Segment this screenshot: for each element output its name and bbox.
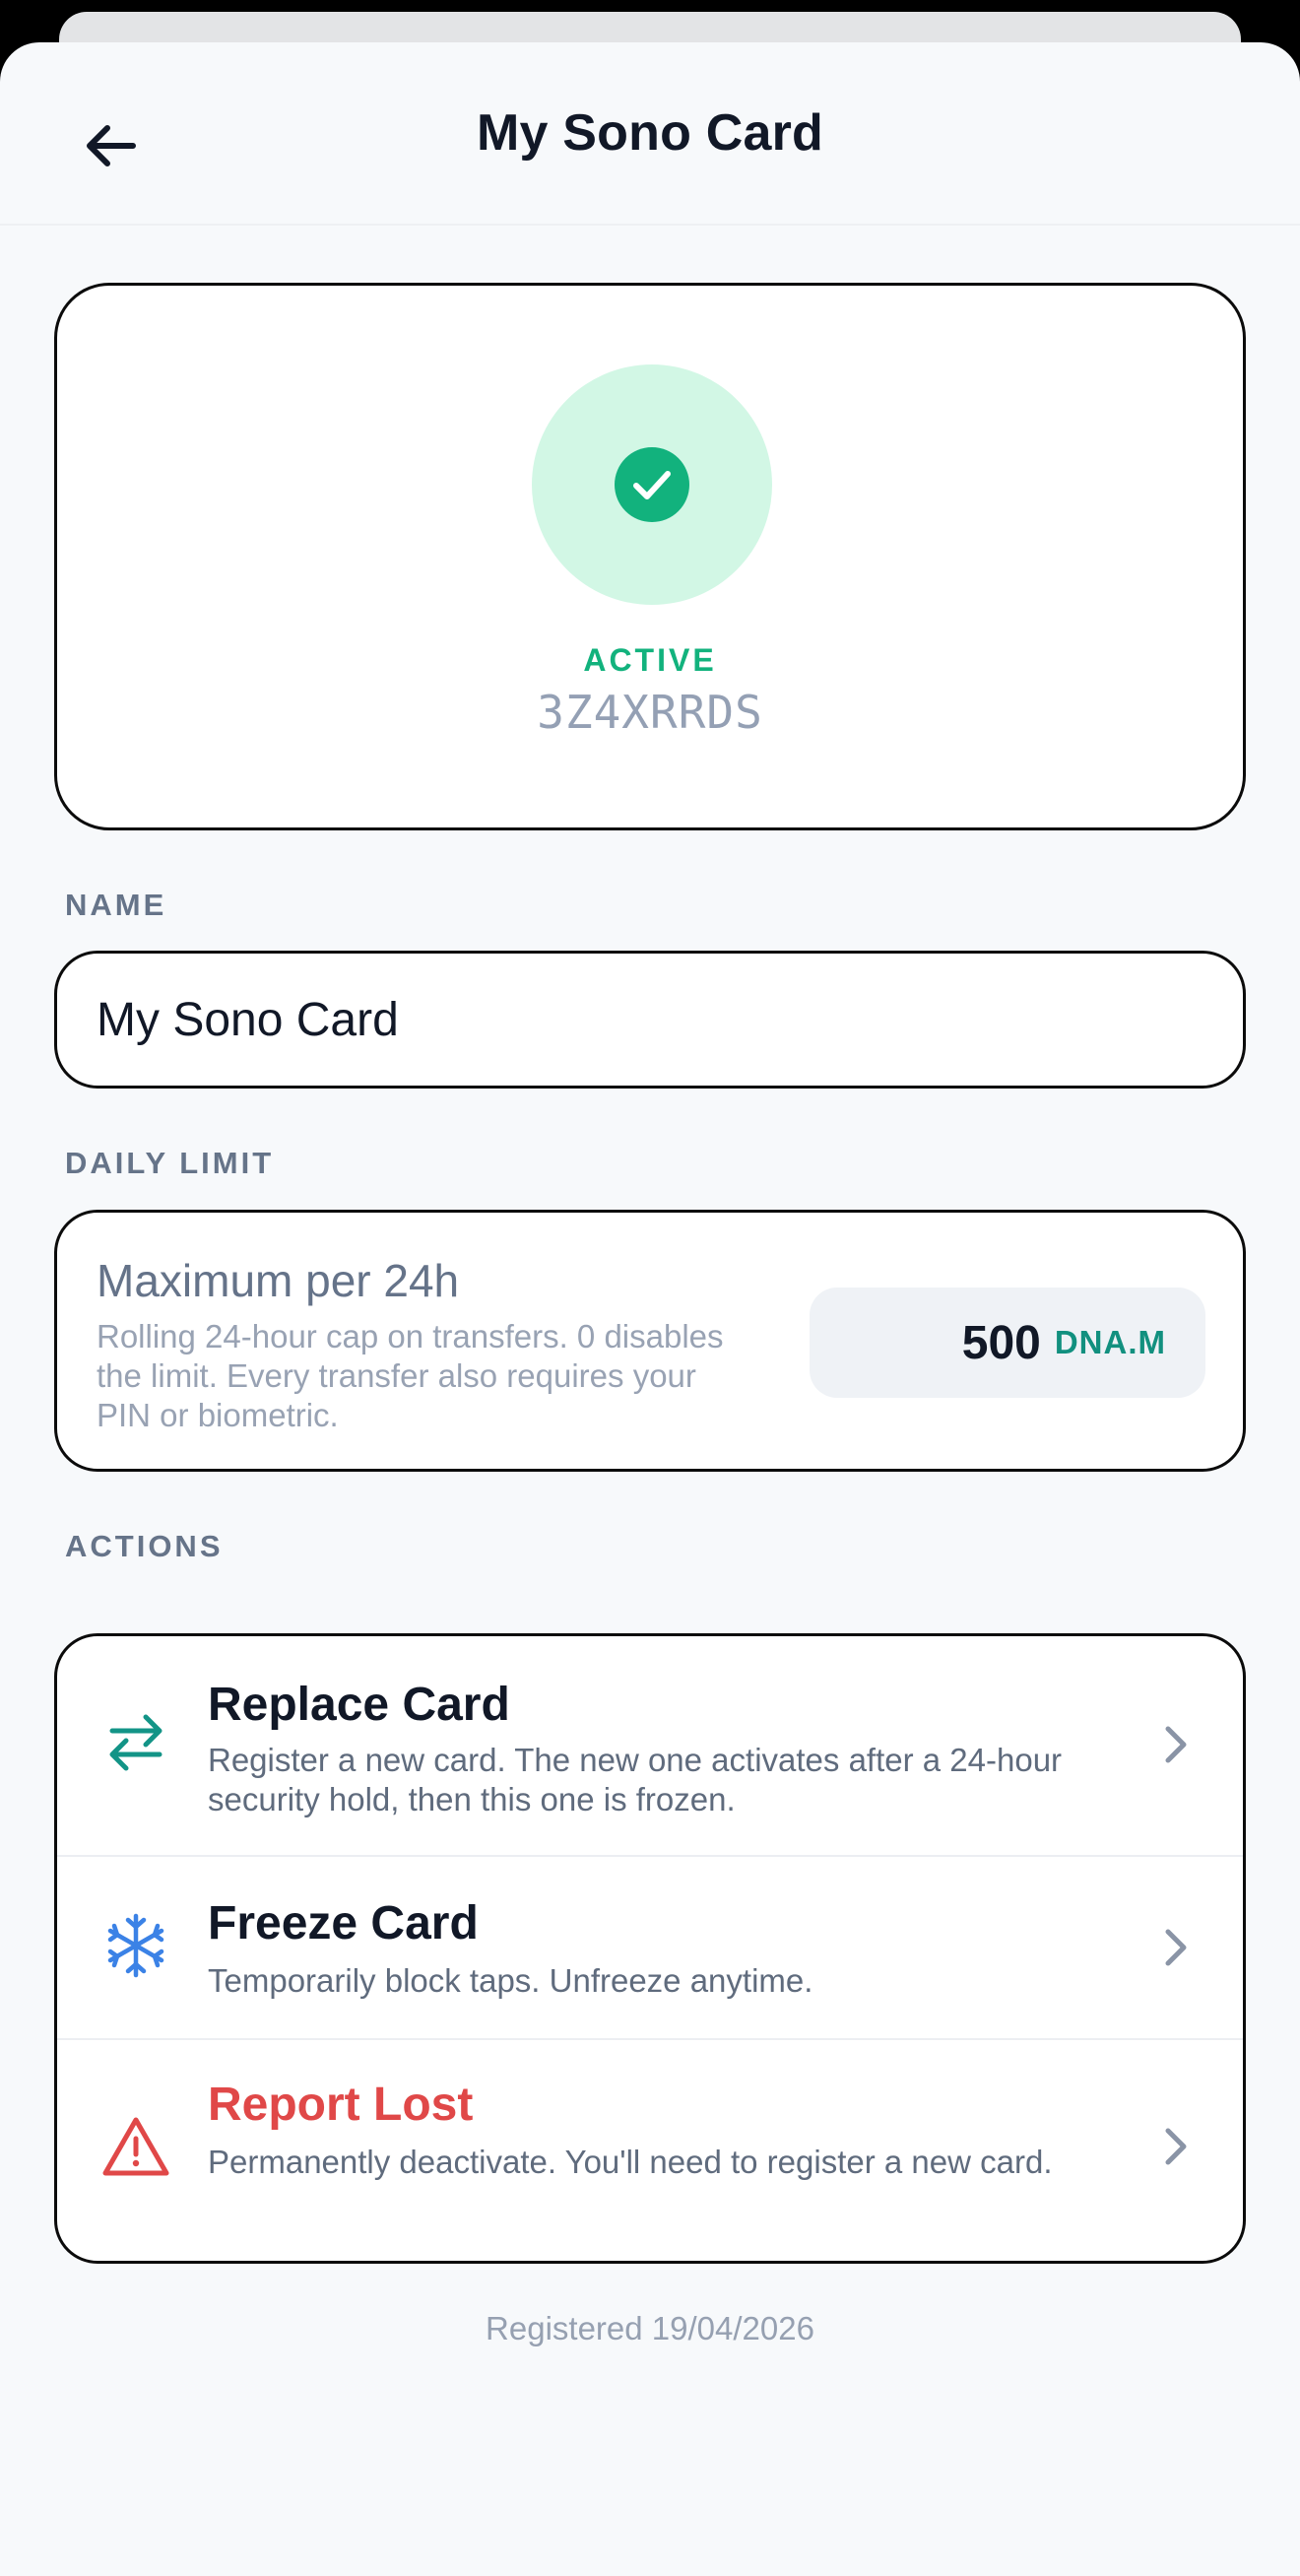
- daily-limit-input[interactable]: 500 DNA.M: [810, 1288, 1205, 1398]
- header-bar: My Sono Card: [0, 42, 1300, 226]
- card-id: 3Z4XRRDS: [537, 686, 763, 739]
- limit-unit: DNA.M: [1054, 1324, 1166, 1360]
- snowflake-icon: [97, 1906, 175, 1985]
- card-name-input[interactable]: [54, 951, 1246, 1089]
- daily-limit-section-label: DAILY LIMIT: [65, 1146, 275, 1180]
- limit-title: Maximum per 24h: [97, 1255, 460, 1306]
- swap-arrows-icon: [97, 1703, 175, 1782]
- action-description: Temporarily block taps. Unfreeze anytime…: [208, 1962, 813, 1999]
- card-detail-sheet: My Sono Card ACTIVE 3Z4XRRDS NAME DAILY …: [0, 42, 1300, 2576]
- status-indicator: [532, 364, 772, 605]
- page-title: My Sono Card: [477, 104, 823, 162]
- check-circle-icon: [615, 447, 689, 522]
- daily-limit-panel: Maximum per 24h Rolling 24-hour cap on t…: [54, 1210, 1246, 1472]
- chevron-right-icon: [1156, 1918, 1196, 1977]
- freeze-card-action[interactable]: Freeze Card Temporarily block taps. Unfr…: [57, 1855, 1243, 2038]
- card-status-panel: ACTIVE 3Z4XRRDS: [54, 283, 1246, 830]
- actions-list: Replace Card Register a new card. The ne…: [54, 1633, 1246, 2264]
- action-title: Report Lost: [208, 2079, 474, 2131]
- chevron-right-icon: [1156, 2117, 1196, 2176]
- replace-card-action[interactable]: Replace Card Register a new card. The ne…: [57, 1636, 1243, 1855]
- warning-triangle-icon: [97, 2107, 175, 2186]
- action-description: Permanently deactivate. You'll need to r…: [208, 2144, 1053, 2180]
- action-description: Register a new card. The new one activat…: [208, 1742, 1063, 1817]
- status-badge: ACTIVE: [583, 642, 717, 678]
- registered-date: Registered 19/04/2026: [486, 2310, 814, 2346]
- name-section-label: NAME: [65, 888, 167, 922]
- limit-value: 500: [961, 1316, 1041, 1369]
- chevron-right-icon: [1156, 1715, 1196, 1774]
- action-title: Freeze Card: [208, 1897, 479, 1949]
- actions-section-label: ACTIONS: [65, 1529, 224, 1563]
- report-lost-action[interactable]: Report Lost Permanently deactivate. You'…: [57, 2038, 1243, 2261]
- limit-description: Rolling 24-hour cap on transfers. 0 disa…: [97, 1318, 724, 1433]
- action-title: Replace Card: [208, 1679, 510, 1731]
